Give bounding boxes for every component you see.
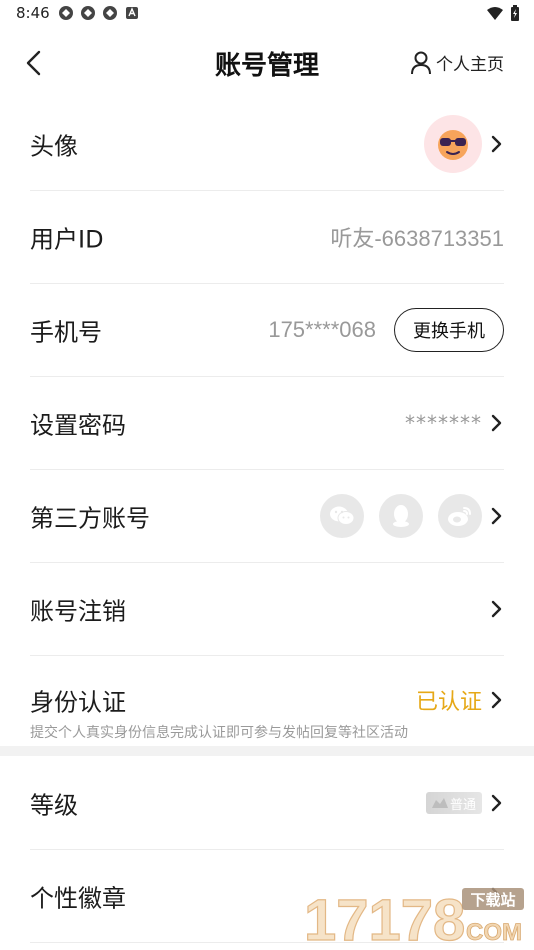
chevron-right-icon xyxy=(491,794,502,812)
app-notification-icon xyxy=(102,5,118,21)
row-third-party[interactable]: 第三方账号 xyxy=(30,470,504,563)
user-id-label: 用户ID xyxy=(30,225,104,254)
phone-label: 手机号 xyxy=(30,318,102,347)
app-notification-icon xyxy=(58,5,74,21)
phone-value: 175****068 xyxy=(268,317,376,342)
level-badge-label: 普通 xyxy=(449,797,476,813)
site-watermark: 17178 下载站 COM xyxy=(303,887,524,946)
level-label: 等级 xyxy=(30,791,78,820)
watermark-domain: COM xyxy=(466,919,522,946)
user-id-value: 听友-6638713351 xyxy=(330,226,504,251)
header: 账号管理 个人主页 xyxy=(0,36,534,92)
chevron-right-icon xyxy=(491,600,502,618)
row-avatar[interactable]: 头像 xyxy=(30,98,504,191)
chevron-right-icon xyxy=(491,691,502,709)
watermark-tag: 下载站 xyxy=(470,891,515,909)
person-icon xyxy=(411,51,431,74)
system-status-icons xyxy=(486,5,520,25)
account-cancel-label: 账号注销 xyxy=(30,597,126,626)
weibo-icon[interactable] xyxy=(438,494,482,538)
qq-icon[interactable] xyxy=(379,494,423,538)
section-divider xyxy=(0,746,534,756)
level-badge: 普通 xyxy=(425,792,482,814)
row-password[interactable]: 设置密码 ******* xyxy=(30,377,504,470)
chevron-right-icon xyxy=(491,135,502,153)
row-level[interactable]: 等级 普通 xyxy=(30,757,504,850)
personal-badge-label: 个性徽章 xyxy=(30,884,126,913)
app-notification-icon xyxy=(80,5,96,21)
status-bar: 8:46 xyxy=(0,0,534,28)
password-label: 设置密码 xyxy=(30,411,126,440)
battery-icon xyxy=(510,5,520,25)
watermark-number: 17178 xyxy=(304,888,465,946)
wechat-icon[interactable] xyxy=(320,494,364,538)
third-party-label: 第三方账号 xyxy=(30,504,150,533)
row-user-id: 用户ID 听友-6638713351 xyxy=(30,191,504,284)
wifi-icon xyxy=(486,6,504,25)
avatar xyxy=(424,115,482,173)
identity-label: 身份认证 xyxy=(30,688,126,717)
password-mask: ******* xyxy=(405,411,482,435)
status-time: 8:46 xyxy=(16,4,50,22)
chevron-right-icon xyxy=(491,414,502,432)
row-phone: 手机号 175****068 更换手机 xyxy=(30,284,504,377)
change-phone-button[interactable]: 更换手机 xyxy=(394,308,504,352)
notification-icons xyxy=(58,5,140,21)
avatar-label: 头像 xyxy=(30,132,78,161)
chevron-right-icon xyxy=(491,507,502,525)
level-icon xyxy=(431,798,448,808)
row-account-cancel[interactable]: 账号注销 xyxy=(30,563,504,656)
profile-link-label: 个人主页 xyxy=(436,55,504,75)
sunglasses-emoji-icon xyxy=(438,130,468,160)
identity-hint: 提交个人真实身份信息完成认证即可参与发帖回复等社区活动 xyxy=(30,725,408,741)
identity-status: 已认证 xyxy=(415,690,482,715)
profile-link[interactable]: 个人主页 xyxy=(410,50,504,75)
keyboard-notification-icon xyxy=(124,5,140,21)
